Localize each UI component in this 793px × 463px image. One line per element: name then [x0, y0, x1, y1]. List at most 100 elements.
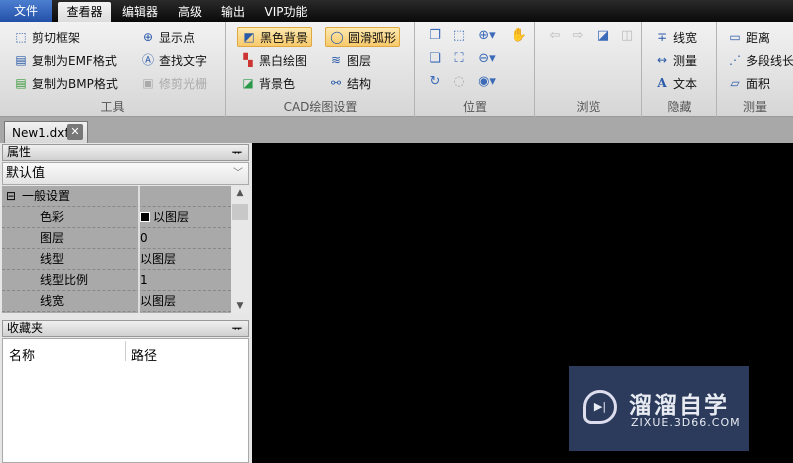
document-tab[interactable]: New1.dxf ✕ — [4, 121, 88, 143]
close-view-icon[interactable]: ◫ — [618, 27, 636, 45]
hide-dimension-button[interactable]: ↔ 测量 — [651, 50, 700, 70]
label: 圆滑弧形 — [348, 30, 397, 45]
table-row[interactable]: 线型 以图层 — [2, 249, 231, 270]
hide-lineweight-button[interactable]: ∓ 线宽 — [651, 27, 700, 47]
bw-icon: ▚ — [243, 53, 253, 67]
view2-icon[interactable]: ❏ — [426, 50, 444, 68]
polyline-length-button[interactable]: ⋰ 多段线长 — [724, 50, 793, 70]
hide-text-button[interactable]: A 文本 — [651, 73, 700, 93]
zoom-in-icon[interactable]: ⊕▾ — [478, 27, 496, 45]
section-label: 一般设置 — [22, 189, 71, 203]
scroll-down-icon[interactable]: ▼ — [231, 301, 249, 311]
group-label: 浏览 — [576, 100, 601, 114]
forward-arrow-icon[interactable]: ⇨ — [569, 27, 587, 45]
find-text-button[interactable]: Ⓐ 查找文字 — [137, 50, 210, 70]
prop-key: 线型比例 — [40, 273, 89, 287]
open-icon[interactable]: ◪ — [594, 27, 612, 45]
label: 复制为BMP格式 — [32, 76, 118, 91]
label: 显示点 — [159, 30, 196, 45]
black-background-button[interactable]: ◩ 黑色背景 — [237, 27, 313, 47]
column-header-path[interactable]: 路径 — [131, 345, 157, 364]
group-hide: ∓ 线宽 ↔ 测量 A 文本 隐藏 — [643, 22, 717, 117]
text-icon: A — [657, 76, 667, 90]
prop-value: 以图层 — [140, 294, 177, 308]
bw-drawing-button[interactable]: ▚ 黑白绘图 — [237, 50, 310, 70]
prop-key: 线宽 — [40, 294, 65, 308]
label: 查找文字 — [159, 53, 208, 68]
label: 图层 — [347, 53, 372, 68]
view-icon[interactable]: ❐ — [426, 27, 444, 45]
collapse-icon[interactable]: ⊟ — [6, 186, 16, 206]
group-position: ❐ ⬚ ⊕▾ ✋ ❏ ⛶ ⊖▾ ↻ ◌ ◉▾ 位置 — [416, 22, 535, 117]
zoom-prev-icon[interactable]: ◌ — [450, 73, 468, 91]
smooth-arc-button[interactable]: ◯ 圆滑弧形 — [325, 27, 401, 47]
emf-icon: ▤ — [15, 53, 27, 67]
favorites-title: 收藏夹 — [7, 321, 44, 335]
menu-file[interactable]: 文件 — [0, 0, 52, 22]
table-row[interactable]: 图层 0 — [2, 228, 231, 249]
lineweight-icon: ∓ — [656, 30, 668, 44]
copy-bmp-button[interactable]: ▤ 复制为BMP格式 — [10, 73, 121, 93]
scroll-thumb[interactable] — [232, 204, 248, 220]
copy-emf-button[interactable]: ▤ 复制为EMF格式 — [10, 50, 120, 70]
label: 结构 — [347, 76, 372, 91]
label: 线宽 — [673, 30, 698, 45]
table-row[interactable]: 线宽 以图层 — [2, 291, 231, 312]
group-cad-settings: ◩ 黑色背景 ▚ 黑白绘图 ◪ 背景色 ◯ 圆滑弧形 ≋ 图层 ⚯ 结构 CAD绘图设置 — [227, 22, 415, 117]
property-scrollbar[interactable]: ▲ ▼ — [231, 186, 249, 313]
properties-dropdown[interactable]: 默认值 ﹀ — [2, 162, 249, 185]
pan-hand-icon[interactable]: ✋ — [510, 27, 528, 45]
layers-button[interactable]: ≋ 图层 — [325, 50, 374, 70]
prop-value: 1 — [140, 273, 148, 287]
show-points-button[interactable]: ⊕ 显示点 — [137, 27, 198, 47]
target-icon: ⊕ — [142, 30, 154, 44]
structure-button[interactable]: ⚯ 结构 — [325, 73, 374, 93]
smooth-arc-icon: ◯ — [330, 30, 344, 44]
orbit-icon[interactable]: ◉▾ — [478, 73, 496, 91]
pin-icon[interactable]: ᅲ — [232, 321, 242, 336]
label: 黑色背景 — [260, 30, 309, 45]
background-color-button[interactable]: ◪ 背景色 — [237, 73, 298, 93]
play-logo-icon: ▶| — [583, 390, 617, 424]
zoom-out-icon[interactable]: ⊖▾ — [478, 50, 496, 68]
label: 面积 — [746, 76, 771, 91]
menu-viewer[interactable]: 查看器 — [58, 2, 111, 22]
watermark-url: ZIXUE.3D66.COM — [631, 416, 741, 429]
group-measure: ▭ 距离 ⋰ 多段线长 ▱ 面积 测量 — [718, 22, 793, 117]
table-row[interactable]: 线型比例 1 — [2, 270, 231, 291]
property-grid: ⊟ 一般设置 色彩 以图层 图层 0 线型 以图层 线型比例 1 线宽 以图层 — [2, 186, 231, 313]
table-row[interactable]: 色彩 以图层 — [2, 207, 231, 228]
raster-icon: ▣ — [142, 76, 154, 90]
fit-icon[interactable]: ⛶ — [450, 50, 468, 68]
menu-output[interactable]: 输出 — [214, 2, 252, 22]
pin-icon[interactable]: ᅲ — [232, 145, 242, 160]
group-label: 隐藏 — [667, 100, 692, 114]
section-row[interactable]: ⊟ 一般设置 — [2, 186, 231, 207]
crop-frame-button[interactable]: ⬚ 剪切框架 — [10, 27, 83, 47]
label: 距离 — [746, 30, 771, 45]
distance-button[interactable]: ▭ 距离 — [724, 27, 773, 47]
menu-advanced[interactable]: 高级 — [170, 2, 210, 22]
group-label: 工具 — [100, 100, 125, 114]
dropdown-value: 默认值 — [6, 166, 46, 181]
column-header-name[interactable]: 名称 — [9, 345, 35, 364]
group-label: 测量 — [742, 100, 767, 114]
back-arrow-icon[interactable]: ⇦ — [546, 27, 564, 45]
left-panel: 属性 ᅲ 默认值 ﹀ ⊟ 一般设置 色彩 以图层 图层 0 线型 以图层 线型比例 1 线宽 以… — [0, 143, 252, 463]
area-button[interactable]: ▱ 面积 — [724, 73, 773, 93]
label: 背景色 — [259, 76, 296, 91]
menu-vip[interactable]: VIP功能 — [258, 2, 314, 22]
menu-editor[interactable]: 编辑器 — [116, 2, 164, 22]
properties-header: 属性 ᅲ — [2, 144, 249, 161]
trim-raster-button[interactable]: ▣ 修剪光栅 — [137, 73, 210, 93]
menu-bar: 文件 查看器 编辑器 高级 输出 VIP功能 — [0, 0, 793, 22]
layers-icon: ≋ — [330, 53, 342, 67]
close-tab-icon[interactable]: ✕ — [67, 124, 83, 140]
zoom-window-icon[interactable]: ⬚ — [450, 27, 468, 45]
scroll-up-icon[interactable]: ▲ — [231, 188, 249, 198]
rotate-icon[interactable]: ↻ — [426, 73, 444, 91]
label: 黑白绘图 — [259, 53, 308, 68]
ribbon: ⬚ 剪切框架 ▤ 复制为EMF格式 ▤ 复制为BMP格式 ⊕ 显示点 Ⓐ 查找文字 ▣ 修剪… — [0, 22, 793, 117]
black-bg-icon: ◩ — [243, 30, 255, 44]
prop-value: 以图层 — [153, 210, 190, 224]
